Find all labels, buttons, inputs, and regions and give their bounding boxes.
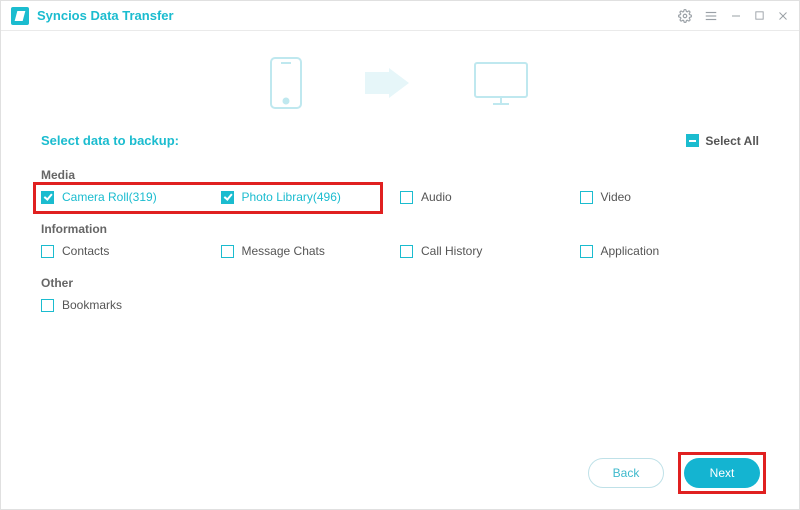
label-call-history: Call History — [421, 244, 482, 258]
section-title-row: Select data to backup: Select All — [41, 133, 759, 148]
select-all-checkbox[interactable]: Select All — [686, 134, 759, 148]
menu-icon[interactable] — [704, 9, 718, 23]
checkbox-photo-library[interactable]: Photo Library(496) — [221, 190, 401, 204]
group-information-label: Information — [41, 222, 759, 236]
minimize-icon[interactable] — [730, 10, 742, 22]
checkbox-bookmarks[interactable]: Bookmarks — [41, 298, 221, 312]
group-other-label: Other — [41, 276, 759, 290]
label-contacts: Contacts — [62, 244, 109, 258]
computer-icon — [471, 59, 531, 110]
label-application: Application — [601, 244, 660, 258]
group-media-label: Media — [41, 168, 759, 182]
footer-buttons: Back Next — [588, 452, 766, 494]
check-icon — [400, 245, 413, 258]
check-icon — [221, 191, 234, 204]
check-icon — [580, 191, 593, 204]
check-icon — [41, 245, 54, 258]
checkbox-video[interactable]: Video — [580, 190, 760, 204]
transfer-flow — [41, 46, 759, 133]
next-highlight: Next — [678, 452, 766, 494]
label-video: Video — [601, 190, 631, 204]
title-bar: Syncios Data Transfer — [1, 1, 799, 31]
other-row: Bookmarks — [41, 298, 759, 312]
close-icon[interactable] — [777, 10, 789, 22]
app-logo-icon — [11, 7, 29, 25]
app-title: Syncios Data Transfer — [37, 8, 174, 23]
phone-icon — [269, 56, 303, 113]
check-icon — [41, 191, 54, 204]
check-icon — [41, 299, 54, 312]
label-camera-roll: Camera Roll(319) — [62, 190, 157, 204]
label-message-chats: Message Chats — [242, 244, 325, 258]
checkbox-application[interactable]: Application — [580, 244, 760, 258]
checkbox-message-chats[interactable]: Message Chats — [221, 244, 401, 258]
information-row: Contacts Message Chats Call History Appl… — [41, 244, 759, 258]
media-row: Camera Roll(319) Photo Library(496) Audi… — [41, 190, 759, 204]
select-all-label: Select All — [705, 134, 759, 148]
next-button[interactable]: Next — [684, 458, 760, 488]
label-audio: Audio — [421, 190, 452, 204]
back-button[interactable]: Back — [588, 458, 664, 488]
checkbox-camera-roll[interactable]: Camera Roll(319) — [41, 190, 221, 204]
main-content: Select data to backup: Select All Media … — [1, 31, 799, 312]
select-all-indeterminate-icon — [686, 134, 699, 147]
checkbox-call-history[interactable]: Call History — [400, 244, 580, 258]
maximize-icon[interactable] — [754, 10, 765, 21]
label-photo-library: Photo Library(496) — [242, 190, 341, 204]
window-controls — [678, 9, 789, 23]
section-title: Select data to backup: — [41, 133, 179, 148]
label-bookmarks: Bookmarks — [62, 298, 122, 312]
checkbox-contacts[interactable]: Contacts — [41, 244, 221, 258]
arrow-icon — [363, 68, 411, 101]
check-icon — [580, 245, 593, 258]
checkbox-audio[interactable]: Audio — [400, 190, 580, 204]
check-icon — [400, 191, 413, 204]
check-icon — [221, 245, 234, 258]
settings-icon[interactable] — [678, 9, 692, 23]
